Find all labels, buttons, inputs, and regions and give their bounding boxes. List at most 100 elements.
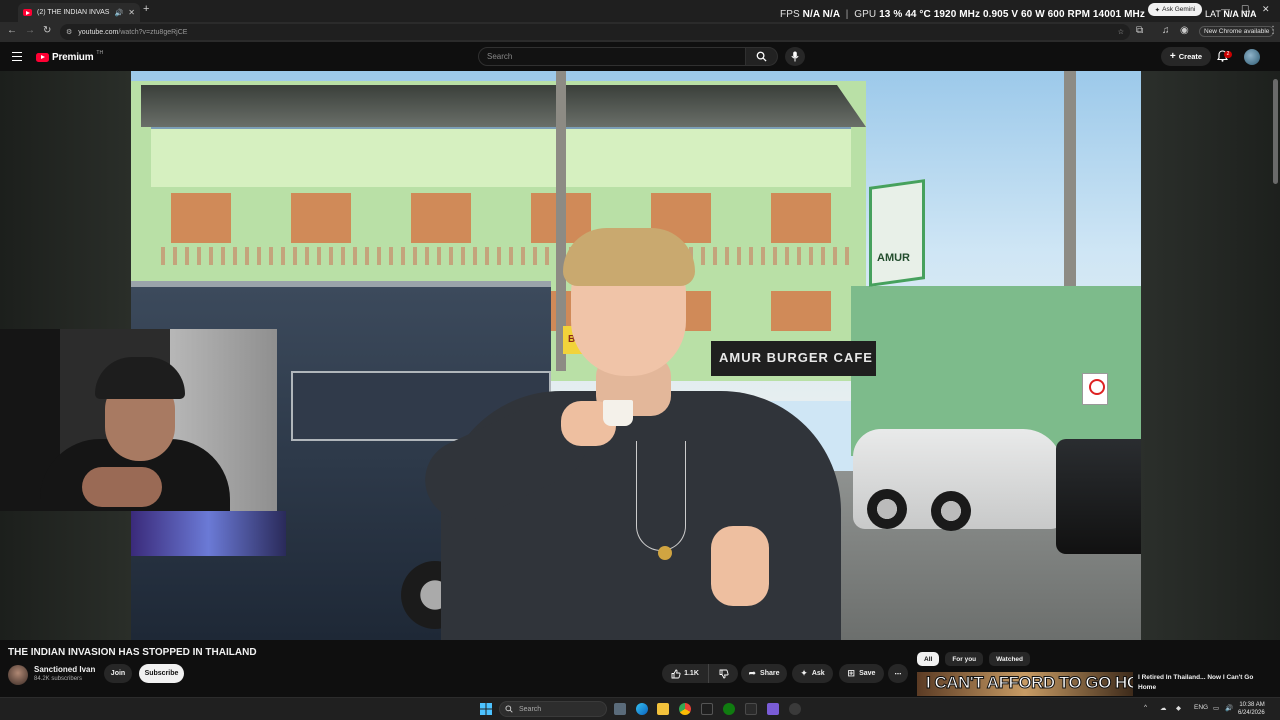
performance-overlay: FPS N/A N/A | GPU 13 % 44 °C 1920 MHz 0.… [780, 9, 1145, 20]
file-explorer-icon[interactable] [657, 703, 669, 715]
ask-sparkle-icon: ✦ [800, 668, 808, 678]
recommended-video-title[interactable]: I Retired In Thailand... Now I Can't Go … [1138, 673, 1268, 692]
tray-app-icon[interactable]: ◆ [1176, 704, 1181, 712]
video-title: THE INDIAN INVASION HAS STOPPED IN THAIL… [8, 647, 257, 658]
maximize-icon[interactable]: ☐ [1241, 4, 1249, 15]
channel-name[interactable]: Sanctioned Ivan [34, 665, 95, 674]
notification-count-badge: 2 [1224, 51, 1232, 58]
address-bar[interactable]: ⚙ youtube.com/watch?v=ztu8geRjCE ☆ [60, 24, 1130, 40]
chip-for-you[interactable]: For you [945, 652, 984, 666]
ask-button[interactable]: ✦ Ask [792, 664, 833, 683]
account-avatar[interactable] [1244, 49, 1260, 65]
necklace-pendant [658, 546, 672, 560]
fps-label: FPS [780, 9, 800, 20]
streamer-webcam [0, 329, 277, 511]
dark-pickup-truck [1056, 439, 1141, 554]
page-scrollbar[interactable] [1273, 71, 1278, 640]
save-playlist-icon: ⊞ [847, 668, 856, 678]
taskbar-clock[interactable]: 10:38 AM 6/24/2026 [1238, 701, 1265, 717]
obs-app-icon[interactable] [767, 703, 779, 715]
hamburger-menu-icon[interactable] [12, 52, 22, 61]
like-button[interactable]: 1.1K [662, 664, 709, 683]
clock-time: 10:38 AM [1239, 702, 1265, 708]
sparkle-icon: ✦ [1154, 6, 1161, 14]
chip-all[interactable]: All [917, 652, 940, 666]
no-parking-sign [1082, 373, 1108, 405]
building-windows [171, 193, 831, 243]
chrome-taskbar-icon[interactable] [679, 703, 691, 715]
search-icon [756, 51, 767, 62]
channel-avatar[interactable] [8, 665, 28, 685]
search-input[interactable] [478, 47, 746, 66]
edge-browser-icon[interactable] [636, 703, 648, 715]
webcam-overlay-strip [131, 511, 286, 556]
tray-cloud-icon[interactable]: ☁ [1160, 704, 1167, 712]
necklace [636, 441, 686, 551]
url-path: /watch?v=ztu8geRjCE [118, 28, 188, 36]
ask-label: Ask [811, 670, 825, 677]
browser-tab[interactable]: (2) THE INDIAN INVASION I 🔊 ✕ [18, 3, 140, 22]
task-view-icon[interactable] [614, 703, 626, 715]
minimize-icon[interactable]: — [1221, 4, 1230, 14]
subscribe-button[interactable]: Subscribe [139, 664, 184, 683]
taskbar-search-placeholder: Search [519, 705, 542, 713]
save-label: Save [859, 670, 876, 677]
extensions-icon[interactable]: ⧉ [1136, 25, 1143, 36]
tray-overflow-chevron-icon[interactable]: ^ [1144, 704, 1147, 711]
ask-gemini-label: Ask Gemini [1162, 6, 1196, 13]
site-info-icon[interactable]: ⚙ [66, 28, 72, 36]
settings-app-icon[interactable] [789, 703, 801, 715]
more-actions-button[interactable]: ⋯ [888, 664, 908, 683]
search-button[interactable] [746, 47, 778, 66]
app-icon[interactable] [745, 703, 757, 715]
new-chrome-available-button[interactable]: New Chrome available [1199, 26, 1275, 37]
tab-close-icon[interactable]: ✕ [128, 8, 135, 17]
chip-watched[interactable]: Watched [989, 652, 1031, 666]
new-tab-button[interactable]: + [143, 3, 149, 15]
ask-gemini-button[interactable]: ✦ Ask Gemini [1148, 3, 1202, 16]
dislike-button[interactable] [709, 664, 738, 683]
country-code: TH [96, 49, 104, 56]
recommended-video-thumbnail[interactable]: I CAN'T AFFORD TO GO HOME [917, 672, 1133, 696]
taskbar-search-icon [505, 705, 513, 713]
car-wheel [931, 491, 971, 531]
url-text: youtube.com/watch?v=ztu8geRjCE [78, 29, 187, 36]
language-indicator[interactable]: ENG [1194, 704, 1208, 711]
network-icon[interactable]: ▭ [1213, 704, 1219, 712]
close-window-icon[interactable]: ✕ [1262, 4, 1270, 15]
volume-icon[interactable]: 🔊 [1225, 704, 1233, 712]
media-icon[interactable]: ♫ [1162, 25, 1170, 36]
thumbs-up-icon [671, 669, 681, 678]
gpu-values: 13 % 44 °C 1920 MHz 0.905 V 60 W 600 RPM… [879, 9, 1145, 20]
scrollbar-thumb[interactable] [1273, 79, 1278, 184]
terminal-icon[interactable] [701, 703, 713, 715]
search-box [478, 47, 778, 66]
video-player[interactable]: AMUR Bussaba AMUR BURGER CAFE [0, 71, 1280, 640]
youtube-play-icon [36, 53, 49, 62]
windows-start-icon[interactable] [480, 703, 492, 715]
url-host: youtube.com [78, 28, 119, 36]
save-button[interactable]: ⊞ Save [839, 664, 884, 683]
share-arrow-icon: ➦ [748, 668, 757, 678]
youtube-premium-logo[interactable]: Premium TH [36, 49, 104, 63]
bookmark-star-icon[interactable]: ☆ [1118, 28, 1124, 36]
browser-tab-strip: (2) THE INDIAN INVASION I 🔊 ✕ + FPS N/A … [0, 0, 1280, 22]
back-arrow-icon[interactable]: ← [7, 25, 17, 36]
building-arches [151, 127, 851, 187]
microphone-icon [791, 51, 799, 62]
profile-icon[interactable]: ◉ [1180, 25, 1189, 36]
voice-search-button[interactable] [785, 47, 805, 66]
join-button[interactable]: Join [104, 664, 132, 683]
ambient-glow-right [1141, 71, 1280, 640]
reload-icon[interactable]: ↻ [43, 25, 51, 36]
gpu-label: GPU [854, 9, 877, 20]
taskbar-search-box[interactable]: Search [499, 701, 607, 717]
chrome-menu-icon[interactable]: ⋮ [1268, 25, 1278, 36]
windows-taskbar: Search ^ ☁ ◆ ENG ▭ 🔊 10:38 AM 6/24/2026 [0, 697, 1280, 720]
fps-value: N/A N/A [802, 9, 840, 20]
forward-arrow-icon[interactable]: → [25, 25, 35, 36]
create-button[interactable]: + Create [1161, 47, 1211, 66]
xbox-icon[interactable] [723, 703, 735, 715]
share-button[interactable]: ➦ Share [741, 664, 787, 683]
audio-icon[interactable]: 🔊 [115, 9, 124, 17]
